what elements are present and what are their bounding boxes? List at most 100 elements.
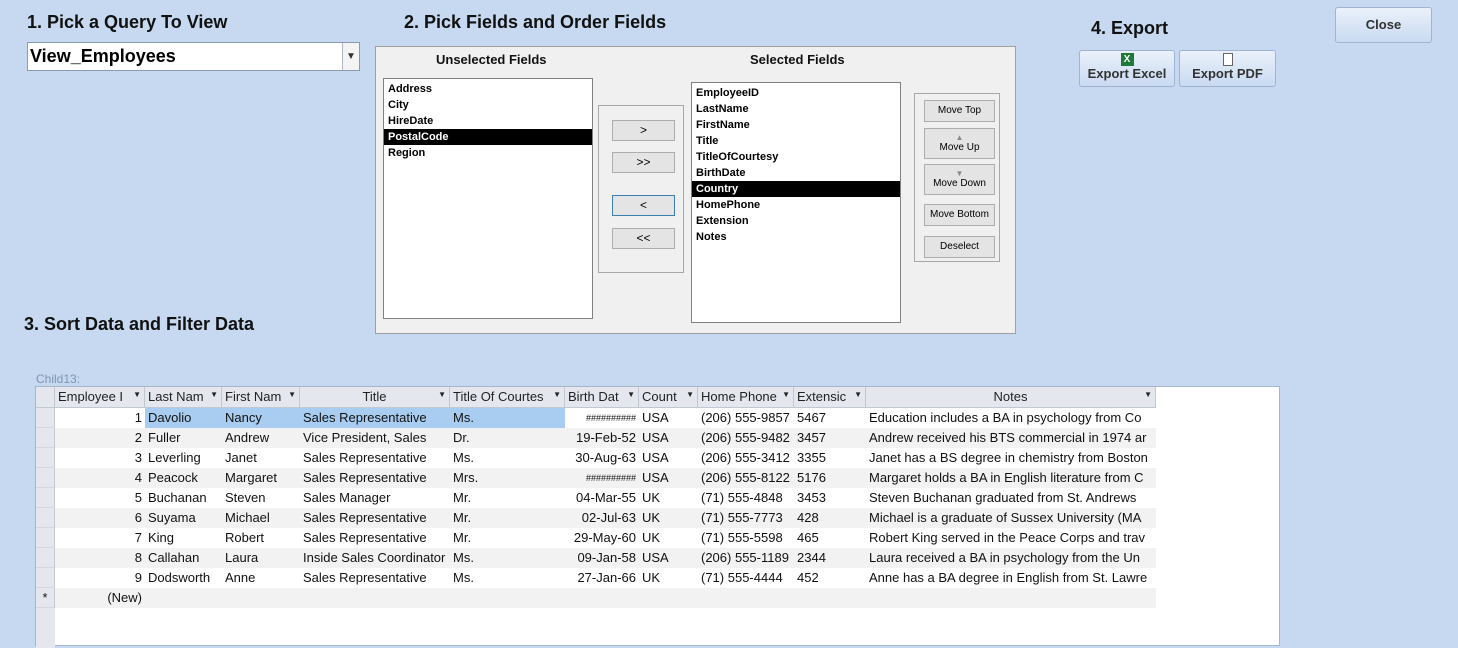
export-excel-button[interactable]: X Export Excel (1079, 50, 1175, 87)
table-cell[interactable]: Margaret (222, 468, 300, 488)
table-cell[interactable]: (71) 555-4444 (698, 568, 794, 588)
table-cell[interactable]: Sales Representative (300, 568, 450, 588)
table-cell[interactable]: ########## (565, 408, 639, 428)
column-header[interactable]: Extensic ▼ (794, 387, 866, 408)
table-cell[interactable]: Robert King served in the Peace Corps an… (866, 528, 1156, 548)
table-cell[interactable]: Fuller (145, 428, 222, 448)
table-cell[interactable]: (206) 555-9857 (698, 408, 794, 428)
add-field-button[interactable]: > (612, 120, 675, 141)
selected-field-item[interactable]: Country (692, 181, 900, 197)
selected-field-item[interactable]: BirthDate (692, 165, 900, 181)
table-cell[interactable]: Sales Representative (300, 448, 450, 468)
column-header[interactable]: Employee I ▼ (55, 387, 145, 408)
column-header[interactable]: Title Of Courtes ▼ (450, 387, 565, 408)
table-cell[interactable]: Sales Representative (300, 508, 450, 528)
table-cell[interactable]: Nancy (222, 408, 300, 428)
table-cell[interactable]: Buchanan (145, 488, 222, 508)
table-cell[interactable]: Ms. (450, 448, 565, 468)
unselected-field-item[interactable]: HireDate (384, 113, 592, 129)
table-cell[interactable]: 29-May-60 (565, 528, 639, 548)
table-cell[interactable]: Leverling (145, 448, 222, 468)
move-down-button[interactable]: ▼ Move Down (924, 164, 995, 195)
unselected-field-item[interactable]: City (384, 97, 592, 113)
table-row[interactable]: 1 Davolio Nancy Sales Representative Ms. ####… (36, 408, 1156, 428)
row-selector[interactable] (36, 408, 55, 428)
table-cell[interactable]: 4 (55, 468, 145, 488)
table-cell[interactable]: Mr. (450, 508, 565, 528)
table-cell[interactable]: USA (639, 548, 698, 568)
table-cell[interactable]: Laura received a BA in psychology from t… (866, 548, 1156, 568)
table-cell[interactable]: Suyama (145, 508, 222, 528)
filter-dropdown-icon[interactable]: ▼ (686, 390, 694, 399)
table-cell[interactable]: Education includes a BA in psychology fr… (866, 408, 1156, 428)
table-cell[interactable]: Andrew received his BTS commercial in 19… (866, 428, 1156, 448)
table-row[interactable]: 9 Dodsworth Anne Sales Representative Ms. 27-… (36, 568, 1156, 588)
filter-dropdown-icon[interactable]: ▼ (553, 390, 561, 399)
table-cell[interactable]: 02-Jul-63 (565, 508, 639, 528)
table-cell[interactable]: Michael (222, 508, 300, 528)
selected-field-item[interactable]: EmployeeID (692, 85, 900, 101)
table-cell[interactable]: Anne (222, 568, 300, 588)
selected-field-item[interactable]: LastName (692, 101, 900, 117)
row-selector[interactable] (36, 568, 55, 588)
row-selector[interactable] (36, 428, 55, 448)
table-cell[interactable]: Sales Representative (300, 468, 450, 488)
table-cell[interactable]: 30-Aug-63 (565, 448, 639, 468)
move-top-button[interactable]: Move Top (924, 100, 995, 122)
table-cell[interactable]: Andrew (222, 428, 300, 448)
table-cell[interactable]: 09-Jan-58 (565, 548, 639, 568)
table-cell[interactable]: 2344 (794, 548, 866, 568)
export-pdf-button[interactable]: Export PDF (1179, 50, 1276, 87)
table-cell[interactable]: (71) 555-7773 (698, 508, 794, 528)
remove-field-button[interactable]: < (612, 195, 675, 216)
selected-field-item[interactable]: Title (692, 133, 900, 149)
table-cell[interactable]: Ms. (450, 568, 565, 588)
column-header[interactable]: Home Phone ▼ (698, 387, 794, 408)
table-row[interactable]: 2 Fuller Andrew Vice President, Sales Dr. 19-… (36, 428, 1156, 448)
filter-dropdown-icon[interactable]: ▼ (782, 390, 790, 399)
table-cell[interactable]: Sales Manager (300, 488, 450, 508)
table-cell[interactable]: Steven Buchanan graduated from St. Andre… (866, 488, 1156, 508)
table-cell[interactable]: 428 (794, 508, 866, 528)
table-cell[interactable]: Callahan (145, 548, 222, 568)
table-cell[interactable]: 8 (55, 548, 145, 568)
table-row[interactable]: 4 Peacock Margaret Sales Representative Mrs.… (36, 468, 1156, 488)
column-header[interactable]: Last Nam ▼ (145, 387, 222, 408)
filter-dropdown-icon[interactable]: ▼ (288, 390, 296, 399)
new-record-row[interactable]: * (New) (36, 588, 1156, 608)
table-cell[interactable]: Anne has a BA degree in English from St.… (866, 568, 1156, 588)
selected-field-item[interactable]: FirstName (692, 117, 900, 133)
table-cell[interactable]: UK (639, 488, 698, 508)
table-cell[interactable]: 3 (55, 448, 145, 468)
selected-field-item[interactable]: Extension (692, 213, 900, 229)
row-selector[interactable] (36, 468, 55, 488)
table-cell[interactable]: Davolio (145, 408, 222, 428)
table-cell[interactable]: Margaret holds a BA in English literatur… (866, 468, 1156, 488)
selected-field-item[interactable]: HomePhone (692, 197, 900, 213)
unselected-field-item[interactable]: Region (384, 145, 592, 161)
column-header[interactable]: Birth Dat ▼ (565, 387, 639, 408)
chevron-down-icon[interactable]: ▼ (342, 43, 359, 70)
table-cell[interactable]: Laura (222, 548, 300, 568)
unselected-field-item[interactable]: Address (384, 81, 592, 97)
table-cell[interactable]: Dr. (450, 428, 565, 448)
table-cell[interactable]: 465 (794, 528, 866, 548)
table-cell[interactable]: 5 (55, 488, 145, 508)
filter-dropdown-icon[interactable]: ▼ (854, 390, 862, 399)
table-cell[interactable]: Janet (222, 448, 300, 468)
table-cell[interactable]: (206) 555-3412 (698, 448, 794, 468)
move-up-button[interactable]: ▲ Move Up (924, 128, 995, 159)
row-selector[interactable] (36, 508, 55, 528)
column-header[interactable]: Count ▼ (639, 387, 698, 408)
table-cell[interactable]: 3355 (794, 448, 866, 468)
new-record-label[interactable]: (New) (55, 588, 145, 608)
table-cell[interactable]: USA (639, 408, 698, 428)
table-cell[interactable]: 1 (55, 408, 145, 428)
table-cell[interactable]: (206) 555-9482 (698, 428, 794, 448)
table-cell[interactable]: USA (639, 428, 698, 448)
filter-dropdown-icon[interactable]: ▼ (627, 390, 635, 399)
column-header[interactable]: Notes ▼ (866, 387, 1156, 408)
row-selector[interactable] (36, 528, 55, 548)
table-cell[interactable]: (71) 555-5598 (698, 528, 794, 548)
table-cell[interactable]: 5176 (794, 468, 866, 488)
